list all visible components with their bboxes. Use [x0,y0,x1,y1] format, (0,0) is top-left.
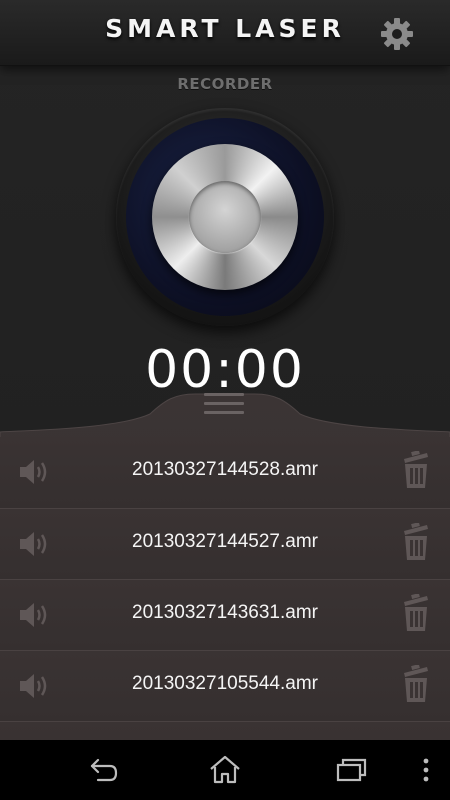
trash-icon[interactable] [401,665,431,703]
list-item[interactable]: 20130327105544.amr [0,650,450,721]
recent-apps-icon[interactable] [332,754,372,786]
list-item[interactable]: 20130327144527.amr [0,508,450,579]
trash-icon[interactable] [401,523,431,561]
recorder-label: RECORDER [177,75,273,93]
app-screen: SMART LASER RECORDER 00:00 2013032714452… [0,0,450,740]
trash-icon[interactable] [401,594,431,632]
home-icon[interactable] [205,754,245,786]
list-item[interactable]: 20130327144528.amr [0,437,450,508]
recording-filename: 20130327143631.amr [132,602,318,623]
trash-icon[interactable] [401,451,431,489]
record-button-center [189,181,261,253]
drawer-handle[interactable] [204,393,244,419]
title-bar: SMART LASER [0,0,450,66]
overflow-menu-icon[interactable] [406,754,446,786]
recording-timer: 00:00 [145,340,305,394]
recordings-list: 20130327144528.amr 20130327144527.amr 20… [0,437,450,740]
record-button[interactable] [116,108,334,326]
back-icon[interactable] [84,754,124,786]
recording-filename: 20130327144527.amr [132,531,318,552]
recording-filename: 20130327144528.amr [132,459,318,480]
system-navigation-bar [0,740,450,800]
recording-filename: 20130327105544.amr [132,673,318,694]
gear-icon[interactable] [381,18,413,50]
list-item[interactable]: 20130327143631.amr [0,579,450,650]
list-item-partial [0,721,450,740]
